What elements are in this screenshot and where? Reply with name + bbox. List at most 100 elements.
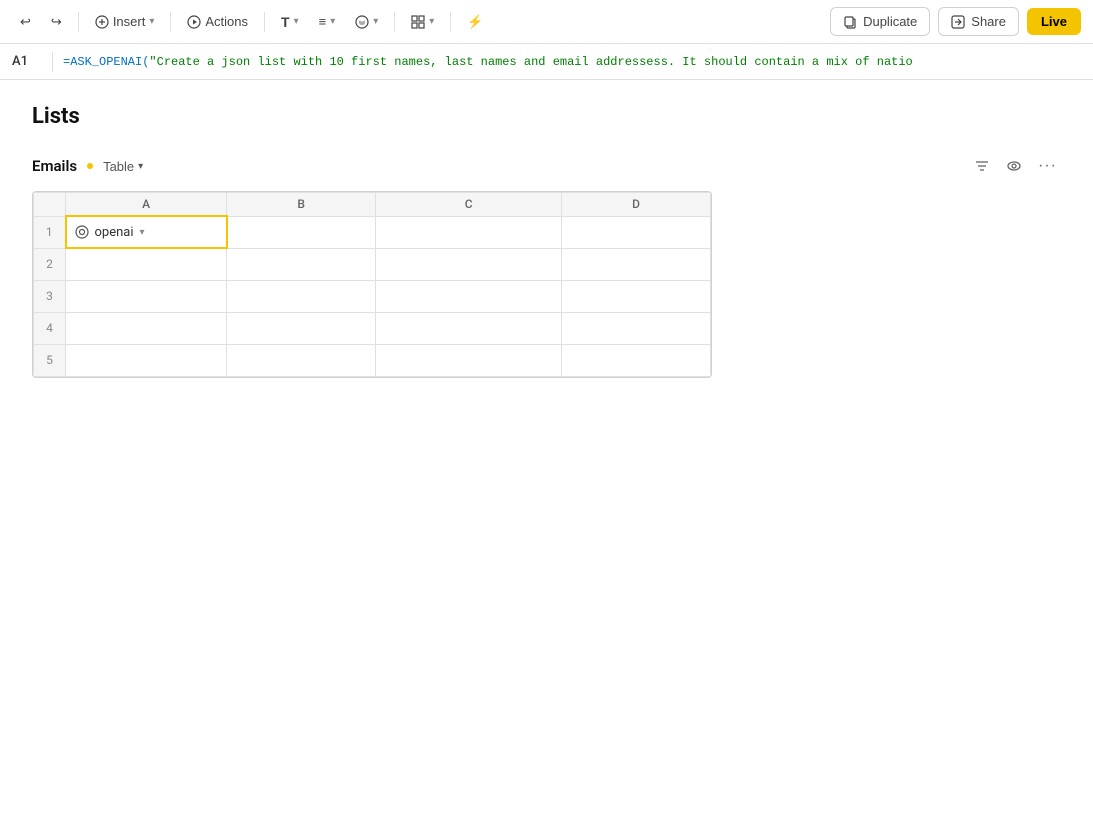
filter-button[interactable]	[970, 154, 994, 178]
palette-button[interactable]: ▾	[347, 11, 386, 33]
layout-chevron-icon: ▾	[429, 16, 434, 27]
insert-button[interactable]: Insert ▾	[87, 10, 163, 33]
share-icon	[951, 15, 965, 29]
insert-icon	[95, 15, 109, 29]
insert-label: Insert	[113, 14, 146, 29]
insert-chevron-icon: ▾	[149, 16, 154, 27]
cell-d2[interactable]	[562, 248, 711, 280]
col-header-b[interactable]: B	[227, 193, 376, 217]
cell-c3[interactable]	[376, 280, 562, 312]
formula-string: "Create a json list with 10 first names,…	[149, 55, 912, 69]
table-name: Emails	[32, 157, 77, 175]
lightning-icon: ⚡	[467, 14, 483, 30]
lightning-button[interactable]: ⚡	[459, 10, 491, 34]
redo-icon: ↪	[51, 14, 62, 30]
sheet-table: A B C D 1	[33, 192, 711, 377]
text-format-icon: T	[281, 14, 290, 30]
divider-1	[78, 12, 79, 32]
cell-a4[interactable]	[66, 312, 227, 344]
row-num-4: 4	[34, 312, 66, 344]
table-row: 1 openai ▾	[34, 216, 711, 248]
cell-b3[interactable]	[227, 280, 376, 312]
cell-a2[interactable]	[66, 248, 227, 280]
row-num-1: 1	[34, 216, 66, 248]
align-button[interactable]: ≡ ▾	[311, 10, 344, 33]
formula-separator	[52, 52, 53, 72]
cell-a3[interactable]	[66, 280, 227, 312]
column-header-row: A B C D	[34, 193, 711, 217]
formula-bar: A1 =ASK_OPENAI("Create a json list with …	[0, 44, 1093, 80]
cell-b5[interactable]	[227, 344, 376, 376]
table-header-left: Emails Table ▾	[32, 157, 143, 175]
cell-a5[interactable]	[66, 344, 227, 376]
more-options-button[interactable]: ···	[1034, 153, 1061, 179]
duplicate-label: Duplicate	[863, 14, 917, 29]
cell-c4[interactable]	[376, 312, 562, 344]
align-icon: ≡	[319, 14, 327, 29]
actions-label: Actions	[205, 14, 248, 29]
col-header-a[interactable]: A	[66, 193, 227, 217]
palette-icon	[355, 15, 369, 29]
col-header-c[interactable]: C	[376, 193, 562, 217]
col-header-d[interactable]: D	[562, 193, 711, 217]
page-title: Lists	[32, 104, 1061, 129]
undo-button[interactable]: ↩	[12, 10, 39, 34]
cell-b1[interactable]	[227, 216, 376, 248]
filter-icon	[974, 158, 990, 174]
redo-button[interactable]: ↪	[43, 10, 70, 34]
toolbar-right: Duplicate Share Live	[830, 7, 1081, 36]
table-row: 5	[34, 344, 711, 376]
cell-a1[interactable]: openai ▾	[66, 216, 227, 248]
cell-c5[interactable]	[376, 344, 562, 376]
table-view-label: Table	[103, 159, 134, 174]
table-section: Emails Table ▾	[32, 153, 1061, 382]
actions-icon	[187, 15, 201, 29]
table-header-right: ···	[970, 153, 1061, 179]
cell-c2[interactable]	[376, 248, 562, 280]
row-num-5: 5	[34, 344, 66, 376]
table-row: 3	[34, 280, 711, 312]
table-row: 4	[34, 312, 711, 344]
cell-d1[interactable]	[562, 216, 711, 248]
formula-content: =ASK_OPENAI("Create a json list with 10 …	[63, 55, 1081, 69]
cell-d4[interactable]	[562, 312, 711, 344]
live-button[interactable]: Live	[1027, 8, 1081, 35]
cell-b4[interactable]	[227, 312, 376, 344]
toolbar: ↩ ↪ Insert ▾ Actions T ▾ ≡ ▾ ▾	[0, 0, 1093, 44]
table-view-chevron: ▾	[138, 161, 143, 172]
col-header-row-num	[34, 193, 66, 217]
duplicate-icon	[843, 15, 857, 29]
undo-icon: ↩	[20, 14, 31, 30]
cell-b2[interactable]	[227, 248, 376, 280]
cell-a1-content: openai ▾	[75, 225, 218, 240]
cell-dropdown-arrow[interactable]: ▾	[140, 227, 145, 238]
openai-cell-icon	[75, 225, 89, 239]
duplicate-button[interactable]: Duplicate	[830, 7, 930, 36]
spreadsheet: A B C D 1	[32, 191, 712, 378]
cell-reference: A1	[12, 54, 42, 69]
cell-a1-text: openai	[95, 225, 134, 240]
table-view-button[interactable]: Table ▾	[103, 159, 143, 174]
text-chevron-icon: ▾	[294, 16, 299, 27]
main-content: Lists Emails Table ▾	[0, 80, 1093, 406]
table-header: Emails Table ▾	[32, 153, 1061, 179]
table-status-dot	[87, 163, 93, 169]
divider-5	[450, 12, 451, 32]
actions-button[interactable]: Actions	[179, 10, 256, 33]
layout-icon	[411, 15, 425, 29]
share-label: Share	[971, 14, 1006, 29]
row-num-3: 3	[34, 280, 66, 312]
eye-button[interactable]	[1002, 154, 1026, 178]
palette-chevron-icon: ▾	[373, 16, 378, 27]
formula-func: =ASK_OPENAI(	[63, 55, 149, 69]
text-format-button[interactable]: T ▾	[273, 10, 307, 34]
divider-4	[394, 12, 395, 32]
align-chevron-icon: ▾	[330, 16, 335, 27]
share-button[interactable]: Share	[938, 7, 1019, 36]
table-row: 2	[34, 248, 711, 280]
cell-c1[interactable]	[376, 216, 562, 248]
cell-d5[interactable]	[562, 344, 711, 376]
cell-d3[interactable]	[562, 280, 711, 312]
divider-2	[170, 12, 171, 32]
layout-button[interactable]: ▾	[403, 11, 442, 33]
